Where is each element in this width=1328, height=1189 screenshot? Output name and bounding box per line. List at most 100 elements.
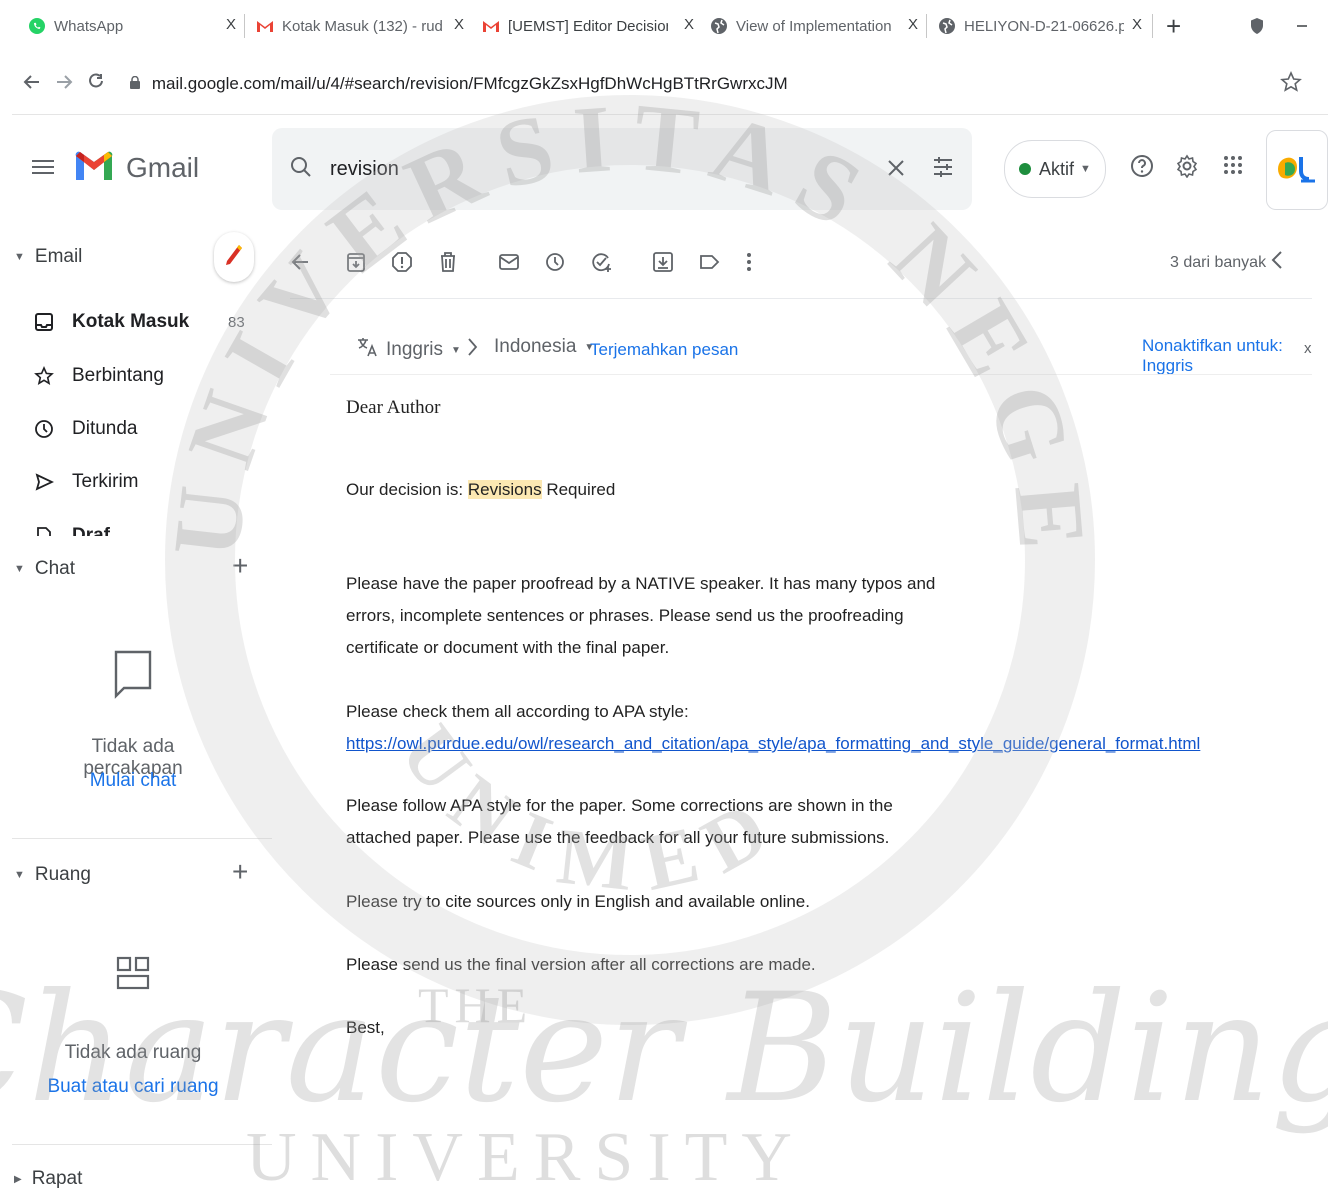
chat-section-header[interactable]: ▼ Chat <box>14 558 75 580</box>
add-task-icon[interactable] <box>590 250 614 279</box>
new-chat-plus-icon[interactable]: + <box>232 550 248 582</box>
bookmark-star-icon[interactable] <box>1280 71 1302 99</box>
close-tab-icon[interactable]: X <box>226 16 236 33</box>
tab-editor-decision[interactable]: [UEMST] Editor Decision - ru X <box>474 8 700 44</box>
sidebar-clipped-area: Draf <box>32 516 272 536</box>
sidebar-item-sent[interactable]: Terkirim <box>32 462 139 502</box>
paragraph-final-version: Please send us the final version after a… <box>346 955 816 974</box>
status-label: Aktif <box>1039 158 1075 179</box>
translate-to-selector[interactable]: Indonesia ▼ <box>494 336 594 358</box>
back-to-results-icon[interactable] <box>290 250 310 279</box>
lock-icon <box>130 75 144 92</box>
globe-icon <box>938 17 956 35</box>
address-bar: mail.google.com/mail/u/4/#search/revisio… <box>0 58 1328 112</box>
close-translation-icon[interactable]: x <box>1304 340 1312 357</box>
tab-gmail-inbox[interactable]: Kotak Masuk (132) - rudihart X <box>256 8 470 44</box>
rooms-section-header[interactable]: ▼ Ruang <box>14 864 91 886</box>
gmail-logo-icon[interactable] <box>74 146 114 191</box>
clock-icon <box>32 417 56 441</box>
close-tab-icon[interactable]: X <box>908 16 918 33</box>
search-options-icon[interactable] <box>932 156 954 183</box>
find-room-link[interactable]: Buat atau cari ruang <box>40 1076 226 1098</box>
start-chat-link[interactable]: Mulai chat <box>40 770 226 792</box>
globe-icon <box>710 17 728 35</box>
archive-icon[interactable] <box>346 250 366 279</box>
tab-separator <box>1152 14 1153 38</box>
sidebar-item-label: Kotak Masuk <box>72 311 190 332</box>
trash-icon[interactable] <box>438 250 458 279</box>
search-icon[interactable] <box>290 156 312 183</box>
settings-gear-icon[interactable] <box>1175 154 1199 183</box>
back-arrow-icon[interactable] <box>22 72 42 98</box>
mark-unread-icon[interactable] <box>498 250 520 279</box>
sidebar-item-inbox[interactable]: Kotak Masuk <box>32 302 189 342</box>
clear-search-icon[interactable] <box>886 154 906 185</box>
compose-button[interactable] <box>214 232 254 282</box>
apps-grid-icon[interactable] <box>1222 154 1244 181</box>
more-options-icon[interactable] <box>742 250 756 279</box>
profile-shield-icon[interactable] <box>1248 8 1268 44</box>
sidebar-item-snoozed[interactable]: Ditunda <box>32 409 138 449</box>
chevron-right-icon <box>466 336 478 358</box>
apa-guide-link[interactable]: https://owl.purdue.edu/owl/research_and_… <box>346 734 1200 753</box>
help-icon[interactable] <box>1130 154 1154 183</box>
inbox-icon <box>32 310 56 334</box>
caret-down-icon: ▼ <box>451 344 461 356</box>
caret-down-icon: ▼ <box>14 869 25 881</box>
watermark-university: UNIVERSITY <box>246 1119 806 1189</box>
caret-down-icon: ▼ <box>1080 163 1091 175</box>
forward-arrow-icon[interactable] <box>54 72 74 98</box>
translate-message-link[interactable]: Terjemahkan pesan <box>590 340 738 360</box>
rooms-empty-text: Tidak ada ruang <box>64 1042 202 1063</box>
tab-view-implementation[interactable]: View of Implementation Of E X <box>710 8 924 44</box>
close-tab-icon[interactable]: X <box>454 16 464 33</box>
new-tab-button[interactable]: + <box>1166 8 1190 44</box>
search-input[interactable]: revision <box>330 158 399 181</box>
translate-from-selector[interactable]: Inggris ▼ <box>356 336 461 364</box>
url-field[interactable]: mail.google.com/mail/u/4/#search/revisio… <box>130 74 788 94</box>
move-to-icon[interactable] <box>652 250 674 279</box>
close-tab-icon[interactable]: X <box>684 16 694 33</box>
tab-whatsapp[interactable]: WhatsApp X <box>28 8 242 44</box>
minimize-icon[interactable] <box>1296 8 1312 44</box>
rooms-icon <box>116 956 150 1017</box>
sidebar-item-starred[interactable]: Berbintang <box>32 356 164 396</box>
greeting-text: Dear Author <box>346 397 441 418</box>
send-icon <box>32 470 56 494</box>
new-room-plus-icon[interactable]: + <box>232 856 248 888</box>
reload-icon[interactable] <box>86 72 106 98</box>
watermark-the: THE <box>418 977 533 1033</box>
disable-translation-link[interactable]: Nonaktifkan untuk: Inggris <box>1142 336 1328 376</box>
paragraph-follow-apa: Please follow APA style for the paper. S… <box>346 796 893 847</box>
toolbar-divider <box>290 298 1312 299</box>
paragraph-proofread: Please have the paper proofread by a NAT… <box>346 574 936 657</box>
report-spam-icon[interactable] <box>392 250 412 279</box>
previous-chevron-icon[interactable] <box>1270 248 1284 279</box>
gmail-wordmark: Gmail <box>126 152 200 183</box>
sidebar-item-label: Ditunda <box>72 418 138 439</box>
snooze-clock-icon[interactable] <box>544 250 566 279</box>
pencil-icon <box>224 243 244 272</box>
sidebar-item-drafts[interactable]: Draf <box>32 516 110 536</box>
paragraph-apa: Please check them all according to APA s… <box>346 702 1201 753</box>
translate-divider <box>330 374 1312 375</box>
star-icon <box>32 364 56 388</box>
paragraph-cite-sources: Please try to cite sources only in Engli… <box>346 892 810 911</box>
email-section-header[interactable]: ▼ Email <box>14 246 82 268</box>
draft-icon <box>32 524 56 536</box>
tab-heliyon-pdf[interactable]: HELIYON-D-21-06626.pdf X <box>938 8 1148 44</box>
caret-down-icon: ▼ <box>14 251 25 263</box>
whatsapp-icon <box>28 17 46 35</box>
chat-bubble-icon <box>114 650 152 713</box>
main-menu-icon[interactable] <box>32 156 54 178</box>
sidebar-item-label: Terkirim <box>72 471 139 492</box>
close-tab-icon[interactable]: X <box>1132 16 1142 33</box>
caret-down-icon: ▼ <box>14 563 25 575</box>
gmail-icon <box>256 17 274 35</box>
meet-section-header[interactable]: ▶ Rapat <box>14 1168 82 1189</box>
label-icon[interactable] <box>698 250 720 279</box>
browser-tab-bar: WhatsApp X Kotak Masuk (132) - rudihart … <box>0 0 1328 52</box>
status-selector[interactable]: Aktif ▼ <box>1004 140 1106 198</box>
account-logo[interactable] <box>1266 130 1328 210</box>
sidebar-divider <box>12 1144 272 1145</box>
